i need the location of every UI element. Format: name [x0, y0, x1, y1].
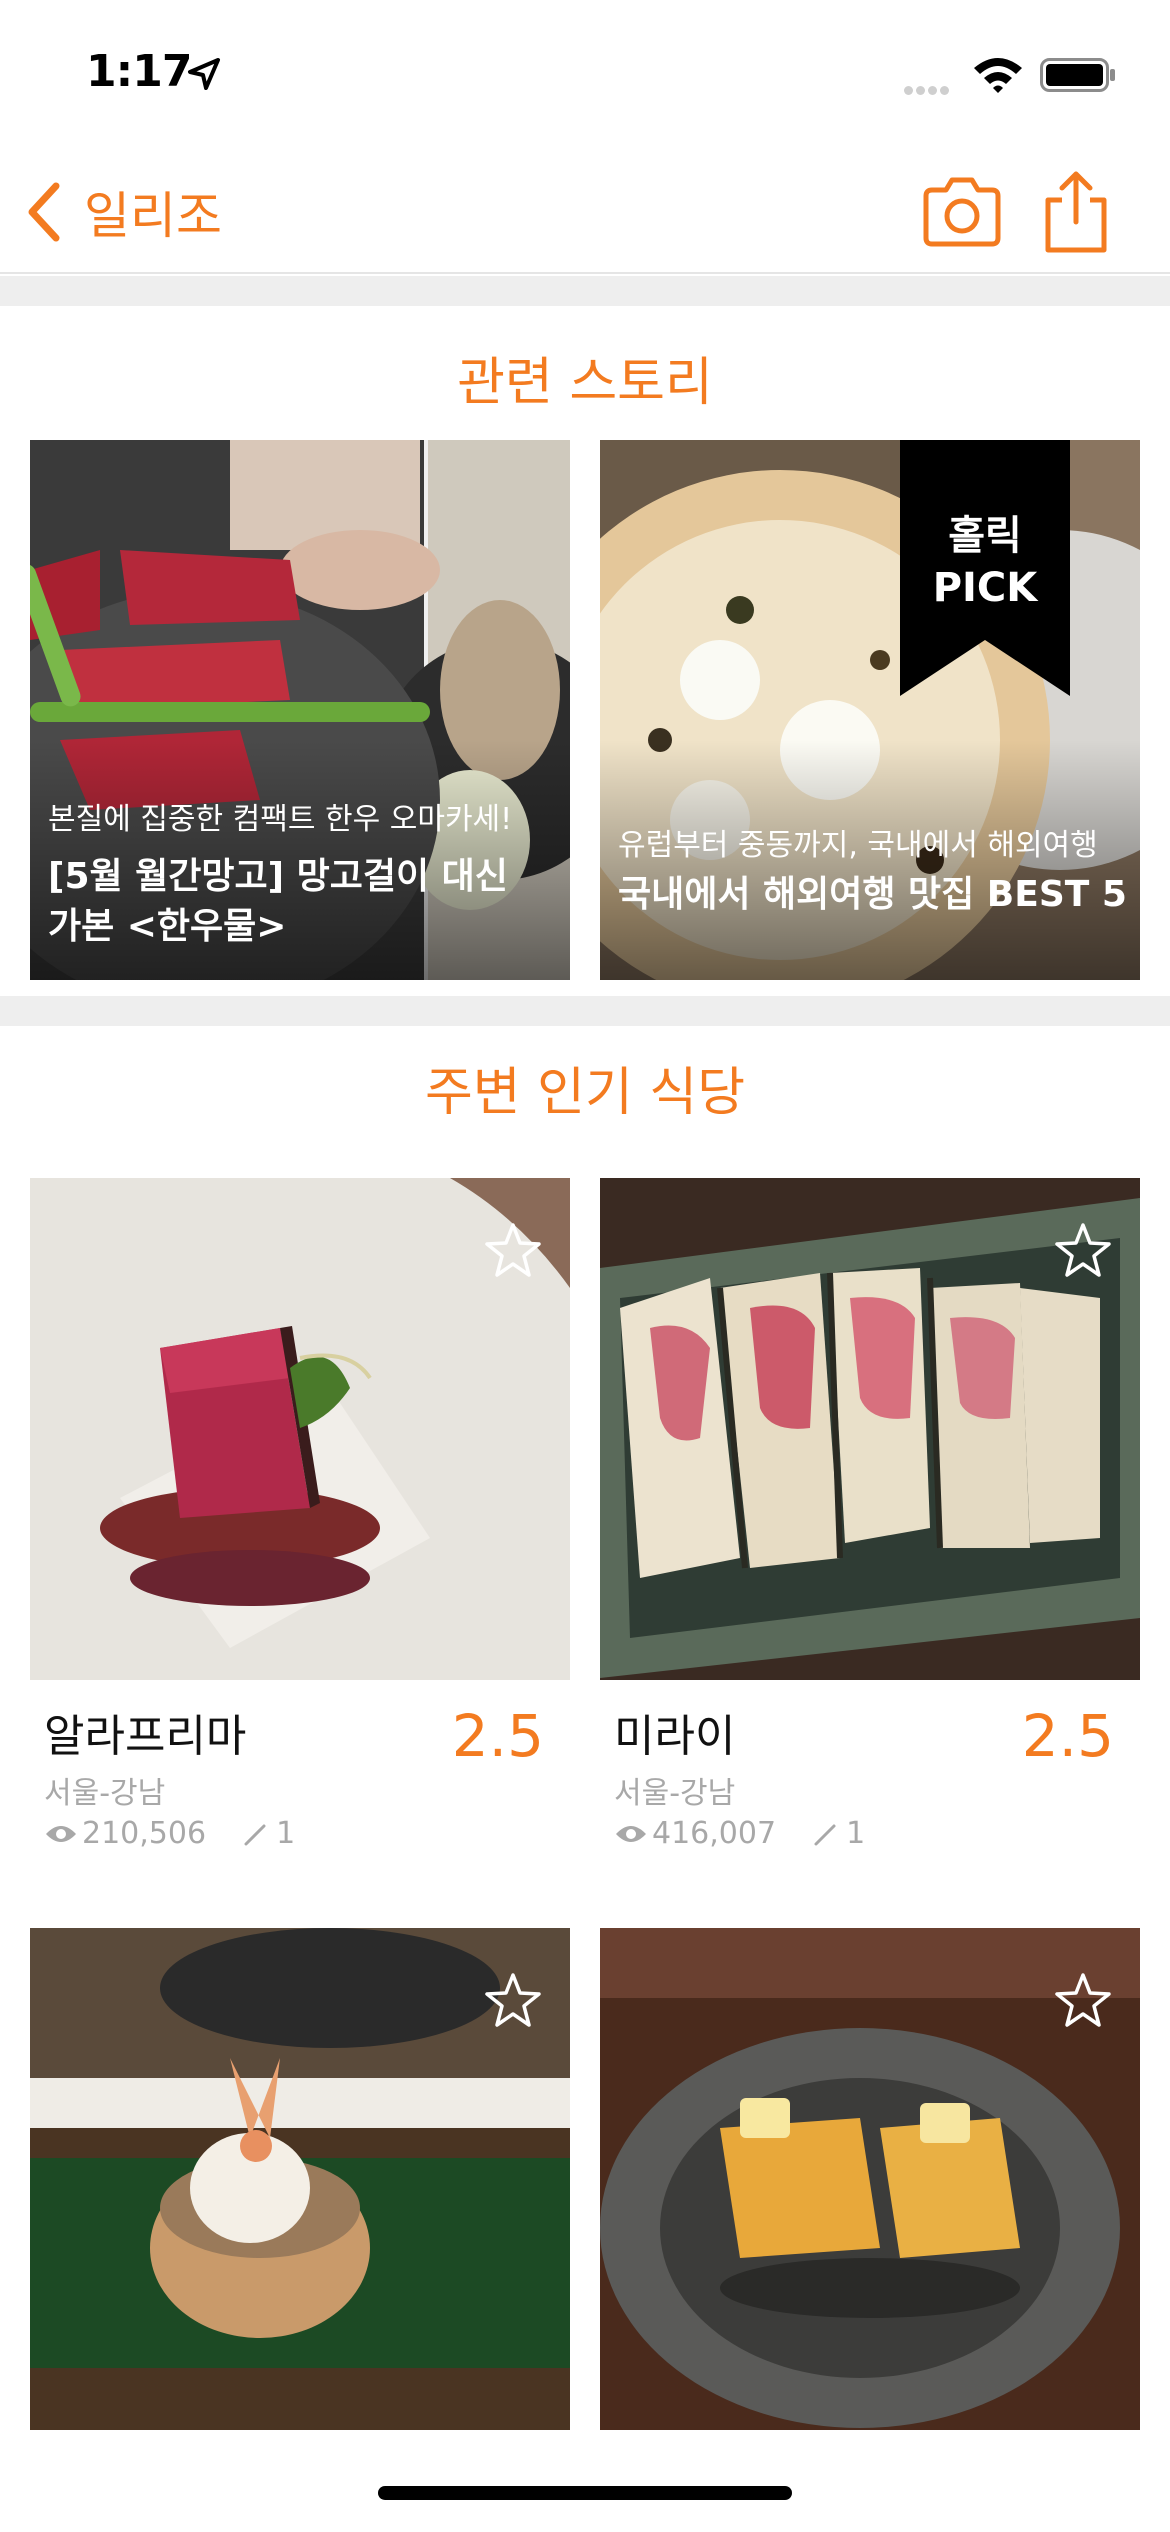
- story-card[interactable]: 홀릭 PICK 유럽부터 중동까지, 국내에서 해외여행 국내에서 해외여행 맛…: [600, 440, 1140, 980]
- star-outline-icon[interactable]: [1054, 1222, 1112, 1280]
- story-subtitle: 유럽부터 중동까지, 국내에서 해외여행: [618, 828, 1098, 863]
- review-count: 1: [846, 1816, 866, 1851]
- eye-icon: [46, 1825, 76, 1842]
- related-stories-title: 관련 스토리: [457, 353, 713, 413]
- navigation-bar: 일리조: [0, 150, 1170, 274]
- story-title: 국내에서 해외여행 맛집 BEST 5: [618, 874, 1127, 915]
- back-label: 일리조: [84, 187, 222, 245]
- eye-icon: [616, 1825, 646, 1842]
- back-chevron-icon: [28, 182, 60, 242]
- restaurant-card[interactable]: [600, 1928, 1140, 2430]
- story-title: [5월 월간망고] 망고걸이 대신 가본 <한우물>: [48, 856, 508, 947]
- story-subtitle: 본질에 집중한 컴팩트 한우 오마카세!: [48, 802, 513, 837]
- back-button[interactable]: 일리조: [22, 174, 222, 250]
- pencil-icon: [814, 1824, 836, 1845]
- view-count: 210,506: [82, 1816, 207, 1851]
- restaurant-name: 미라이: [614, 1711, 736, 1762]
- location-arrow-icon: [188, 58, 220, 90]
- section-divider: [0, 996, 1170, 1026]
- review-count: 1: [276, 1816, 296, 1851]
- restaurant-stats: 210,506 1: [44, 1816, 295, 1851]
- restaurant-score: 2.5: [1021, 1702, 1114, 1770]
- restaurant-area: 서울-강남: [614, 1776, 736, 1811]
- cellular-signal-icon: [904, 80, 952, 99]
- restaurant-card[interactable]: 알라프리마 2.5 서울-강남 210,506 1: [30, 1178, 570, 1878]
- battery-icon: [1040, 58, 1115, 92]
- nearby-restaurants-title: 주변 인기 식당: [424, 1063, 746, 1123]
- restaurant-card[interactable]: 미라이 2.5 서울-강남 416,007 1: [600, 1178, 1140, 1878]
- wifi-icon: [974, 58, 1022, 93]
- status-bar: 1:17: [0, 0, 1170, 150]
- pencil-icon: [244, 1824, 266, 1845]
- status-time: 1:17: [86, 46, 192, 97]
- view-count: 416,007: [652, 1816, 777, 1851]
- home-indicator[interactable]: [378, 2486, 792, 2500]
- restaurant-stats: 416,007 1: [614, 1816, 865, 1851]
- ribbon-label: 홀릭 PICK: [932, 513, 1038, 611]
- restaurant-area: 서울-강남: [44, 1776, 166, 1811]
- share-icon[interactable]: [1040, 170, 1112, 254]
- section-divider: [0, 276, 1170, 306]
- star-outline-icon[interactable]: [484, 1222, 542, 1280]
- restaurant-name: 알라프리마: [44, 1711, 247, 1762]
- star-outline-icon[interactable]: [1054, 1972, 1112, 2030]
- restaurant-card[interactable]: [30, 1928, 570, 2430]
- story-card[interactable]: 본질에 집중한 컴팩트 한우 오마카세! [5월 월간망고] 망고걸이 대신 가…: [30, 440, 570, 980]
- camera-icon[interactable]: [920, 174, 1004, 250]
- star-outline-icon[interactable]: [484, 1972, 542, 2030]
- restaurant-score: 2.5: [451, 1702, 544, 1770]
